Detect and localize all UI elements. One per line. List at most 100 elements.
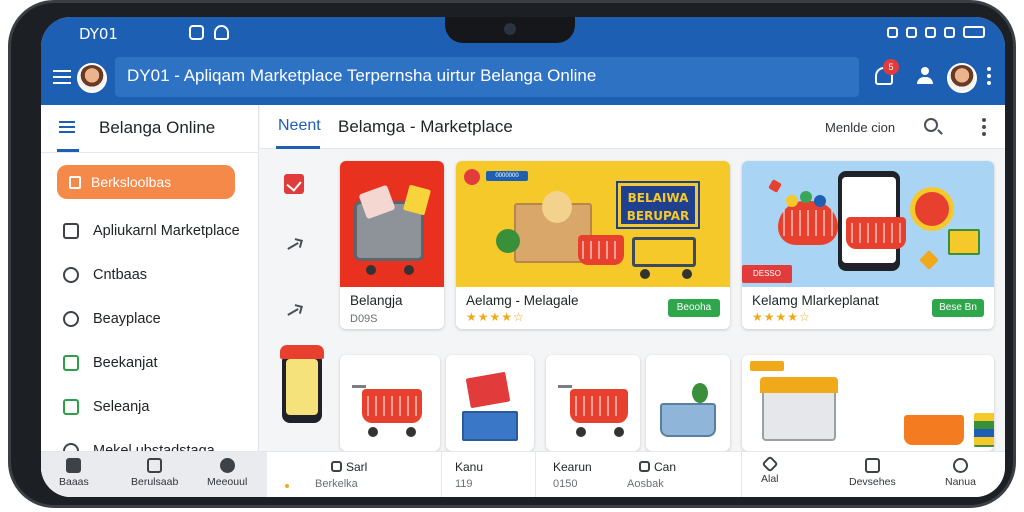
bluetooth-icon: [906, 26, 917, 38]
location-icon: [63, 443, 79, 451]
promo-line-2: BERUPAR: [626, 209, 690, 223]
bag-icon: [147, 458, 163, 473]
segment-title: Sarl: [346, 460, 368, 474]
more-options-icon[interactable]: [987, 67, 991, 88]
ball-icon: [800, 191, 812, 203]
product-tile-market[interactable]: [742, 355, 994, 451]
banner-tag: 0000000: [486, 171, 528, 181]
bottom-nav-label: Nanua: [945, 476, 976, 488]
sidebar-item-label: Beekanjat: [93, 355, 158, 371]
tab-more-options-icon[interactable]: [982, 118, 986, 139]
product-card-2[interactable]: 0000000 BELAIWA BERUPAR Aelamg - Melagal…: [456, 161, 730, 329]
layers-icon[interactable]: [59, 121, 75, 135]
note-illustration: [403, 184, 431, 216]
product-tile-phone[interactable]: [280, 341, 328, 451]
ball-icon: [814, 195, 826, 207]
share-arrow-icon[interactable]: [284, 235, 304, 255]
segment-subtitle: Aosbak: [627, 478, 664, 490]
cart-handle: [558, 385, 572, 388]
product-tile-cart-2[interactable]: [546, 355, 640, 451]
divider: [535, 452, 536, 497]
bottom-segment-2[interactable]: Kanu: [455, 460, 483, 474]
product-image: [340, 161, 444, 287]
cart-handle: [352, 385, 366, 388]
stall-awning-illustration: [760, 377, 838, 393]
front-camera-icon: [504, 23, 516, 35]
wheel-icon: [366, 265, 376, 275]
product-tile-cart-1[interactable]: [340, 355, 440, 451]
sidebar: Belanga Online Berksloolbas Apliukarnl M…: [41, 105, 259, 451]
forward-arrow-icon[interactable]: [284, 301, 304, 321]
divider: [441, 452, 442, 497]
ball-icon: [786, 195, 798, 207]
buy-button[interactable]: Bese Bn: [932, 299, 984, 317]
product-card-1[interactable]: Belangja D09S: [340, 161, 444, 329]
product-tile-basket[interactable]: [646, 355, 730, 451]
bottom-nav-meeouul[interactable]: Meeouul: [207, 458, 247, 488]
sidebar-item-active[interactable]: Berksloolbas: [57, 165, 235, 199]
sidebar-item-cntbaas[interactable]: Cntbaas: [41, 255, 259, 295]
sidebar-item-mekel[interactable]: Mekel ubstadstaga: [41, 431, 259, 451]
profile-icon[interactable]: [917, 67, 933, 85]
hamburger-menu-icon[interactable]: [53, 70, 71, 84]
bottom-nav-alal[interactable]: Alal: [761, 455, 779, 485]
plant-illustration: [692, 383, 708, 403]
basket-icon: [63, 399, 79, 415]
indicator-dot: [285, 484, 289, 488]
promo-line-1: BELAIWA: [627, 191, 689, 205]
phone-illustration: [282, 353, 322, 423]
clock-circle-icon: [63, 311, 79, 327]
wheel-icon: [404, 265, 414, 275]
sidebar-item-beekanjat[interactable]: Beekanjat: [41, 343, 259, 383]
main-content: Neent Belamga - Marketplace Menlde cion: [260, 105, 1005, 451]
bottom-segment-4[interactable]: Can: [639, 460, 676, 474]
tab-neent[interactable]: Neent: [278, 117, 321, 135]
tab-bar: Neent Belamga - Marketplace Menlde cion: [260, 105, 1005, 149]
sidebar-item-label: Mekel ubstadstaga: [93, 443, 215, 451]
toy-blocks-illustration: [974, 413, 994, 447]
bottom-nav-berulsaab[interactable]: Berulsaab: [131, 458, 178, 488]
product-card-3[interactable]: DESSO Kelamg Mlarkeplanat ★★★★☆ Bese Bn: [742, 161, 994, 329]
avatar[interactable]: [77, 63, 107, 93]
product-image: 0000000 BELAIWA BERUPAR: [456, 161, 730, 287]
bottom-segment-1[interactable]: Sarl: [331, 460, 367, 474]
sidebar-item-beayplace[interactable]: Beayplace: [41, 299, 259, 339]
bottom-nav-devsehes[interactable]: Devsehes: [849, 458, 896, 488]
sale-sign-illustration: [465, 371, 511, 409]
sidebar-item-seleanja[interactable]: Seleanja: [41, 387, 259, 427]
product-title: Aelamg - Melagale: [466, 293, 579, 308]
product-tile-box[interactable]: [446, 355, 534, 451]
phone-screen: [286, 359, 318, 415]
search-label[interactable]: Menlde cion: [825, 120, 895, 135]
sidebar-item-label: Seleanja: [93, 399, 150, 415]
target-illustration: [910, 187, 954, 231]
sidebar-item-label: Apliukarnl Marketplace: [93, 223, 240, 239]
chat-icon: [219, 458, 235, 473]
cart-illustration: [632, 237, 696, 267]
sidebar-item-marketplace[interactable]: Apliukarnl Marketplace: [41, 211, 259, 251]
segment-title: Can: [654, 460, 677, 474]
bottom-nav-baaas[interactable]: Baaas: [59, 458, 89, 488]
sidebar-header-indicator: [57, 149, 79, 152]
bottom-nav-label: Meeouul: [207, 476, 248, 488]
promo-sign: BELAIWA BERUPAR: [616, 181, 700, 229]
search-icon[interactable]: [924, 118, 938, 132]
list-icon: [63, 355, 79, 371]
rating-stars: ★★★★☆: [466, 310, 525, 324]
bottom-nav-nanua[interactable]: Nanua: [945, 458, 976, 488]
bottom-segment-3[interactable]: Kearun: [553, 460, 592, 474]
sidebar-title: Belanga Online: [99, 118, 216, 137]
wifi-icon: [925, 26, 936, 38]
status-bar: DY01: [41, 17, 1005, 51]
status-app-icons: [189, 25, 229, 40]
bottom-nav-label: Baaas: [59, 476, 89, 488]
user-avatar[interactable]: [947, 63, 977, 93]
cart-illustration: [846, 217, 906, 249]
favorite-icon[interactable]: [284, 174, 304, 194]
logo-icon: [464, 169, 480, 185]
wheel-icon: [406, 427, 416, 437]
divider: [741, 452, 742, 497]
buy-button[interactable]: Beooha: [668, 299, 720, 317]
clock-icon: [331, 461, 342, 472]
app-title-search-bar[interactable]: DY01 - Apliqam Marketplace Terpernsha ui…: [115, 57, 859, 97]
